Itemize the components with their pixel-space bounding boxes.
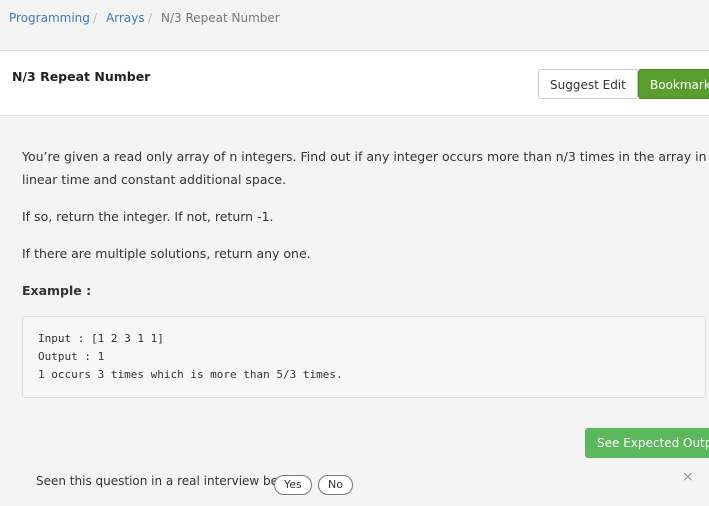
example-label: Example : <box>22 283 92 298</box>
breadcrumb-separator: / <box>148 11 153 25</box>
breadcrumb-current: N/3 Repeat Number <box>161 11 280 25</box>
page-title: N/3 Repeat Number <box>12 69 151 84</box>
code-line: Input : [1 2 3 1 1] <box>38 332 164 345</box>
breadcrumb-separator: / <box>93 11 98 25</box>
close-icon[interactable]: × <box>682 469 694 485</box>
problem-description: You’re given a read only array of n inte… <box>22 145 709 316</box>
problem-paragraph: If so, return the integer. If not, retur… <box>22 209 274 224</box>
breadcrumb-arrays[interactable]: Arrays <box>106 11 145 25</box>
problem-paragraph: You’re given a read only array of n inte… <box>22 149 707 187</box>
interview-feedback-question: Seen this question in a real interview b… <box>36 474 302 488</box>
breadcrumb-programming[interactable]: Programming <box>9 11 90 25</box>
code-line: 1 occurs 3 times which is more than 5/3 … <box>38 368 343 381</box>
problem-paragraph: If there are multiple solutions, return … <box>22 246 311 261</box>
feedback-yes-button[interactable]: Yes <box>274 475 312 495</box>
bookmark-button[interactable]: Bookmark <box>638 69 709 99</box>
example-code-block: Input : [1 2 3 1 1] Output : 1 1 occurs … <box>22 316 706 398</box>
code-line: Output : 1 <box>38 350 105 363</box>
problem-header: N/3 Repeat Number Suggest Edit Bookmark <box>0 51 709 116</box>
feedback-no-button[interactable]: No <box>318 475 353 495</box>
suggest-edit-button[interactable]: Suggest Edit <box>538 69 638 99</box>
breadcrumb: Programming / Arrays / N/3 Repeat Number <box>0 0 709 51</box>
see-expected-output-button[interactable]: See Expected Output <box>585 428 709 458</box>
